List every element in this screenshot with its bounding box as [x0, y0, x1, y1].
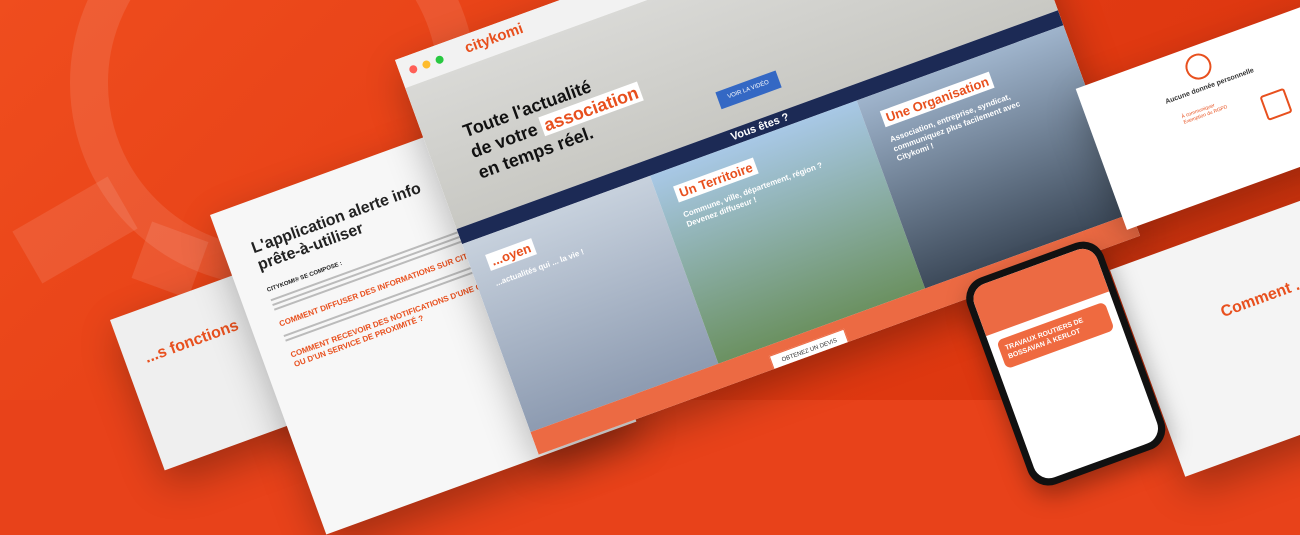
- card-subtitle: À communiquer Exemption du RGPD: [1180, 102, 1229, 126]
- minimize-dot[interactable]: [421, 59, 432, 70]
- megaphone-icon: [1259, 87, 1293, 121]
- hero-title: Toute l'actualité de votre association e…: [460, 60, 652, 184]
- watch-video-button[interactable]: VOIR LA VIDÉO: [715, 70, 782, 110]
- right-page-title: Comment ... citoy...: [1218, 255, 1300, 321]
- close-dot[interactable]: [408, 64, 419, 75]
- user-icon: [1181, 49, 1216, 84]
- side-page-title: ...s fonctions: [142, 316, 242, 367]
- maximize-dot[interactable]: [434, 54, 445, 65]
